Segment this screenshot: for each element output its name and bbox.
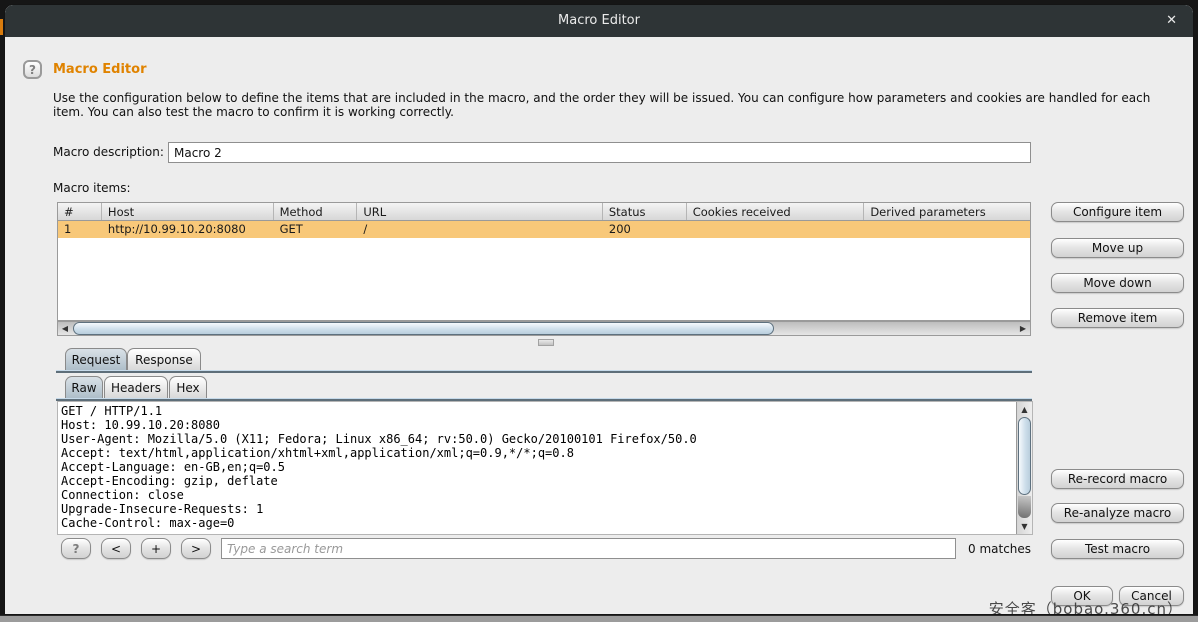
description-text: Use the configuration below to define th… — [53, 91, 1183, 119]
move-down-button[interactable]: Move down — [1051, 273, 1184, 293]
col-method[interactable]: Method — [274, 203, 358, 220]
macro-description-input[interactable] — [168, 142, 1031, 163]
macro-items-label: Macro items: — [53, 181, 131, 195]
col-url[interactable]: URL — [357, 203, 602, 220]
scroll-track-shadow — [1018, 496, 1031, 518]
scroll-up-icon[interactable]: ▲ — [1017, 403, 1032, 416]
tab-hex[interactable]: Hex — [169, 376, 207, 398]
table-horizontal-scrollbar[interactable]: ◀ ▶ — [57, 321, 1031, 336]
test-macro-button[interactable]: Test macro — [1051, 539, 1184, 559]
col-host[interactable]: Host — [102, 203, 274, 220]
search-input[interactable] — [221, 538, 956, 559]
scroll-right-icon[interactable]: ▶ — [1016, 322, 1030, 335]
macro-items-table: # Host Method URL Status Cookies receive… — [57, 202, 1031, 321]
col-status[interactable]: Status — [603, 203, 687, 220]
reanalyze-macro-button[interactable]: Re-analyze macro — [1051, 503, 1184, 523]
cell-status: 200 — [603, 221, 687, 238]
page-title: Macro Editor — [53, 62, 146, 77]
cell-method: GET — [274, 221, 358, 238]
tab-request[interactable]: Request — [65, 348, 127, 370]
window-title: Macro Editor — [5, 13, 1193, 28]
configure-item-button[interactable]: Configure item — [1051, 202, 1184, 222]
tab-raw[interactable]: Raw — [65, 376, 103, 398]
macro-description-label: Macro description: — [53, 145, 164, 159]
cancel-button[interactable]: Cancel — [1119, 586, 1184, 606]
request-raw-text[interactable]: GET / HTTP/1.1 Host: 10.99.10.20:8080 Us… — [61, 404, 697, 530]
scroll-left-icon[interactable]: ◀ — [58, 322, 72, 335]
search-add-button[interactable]: + — [141, 538, 171, 559]
request-vertical-scrollbar[interactable]: ▲ ▼ — [1016, 402, 1032, 534]
cell-derived — [864, 221, 1030, 238]
rerecord-macro-button[interactable]: Re-record macro — [1051, 469, 1184, 489]
macro-editor-dialog: Macro Editor ✕ ? Macro Editor Use the co… — [4, 4, 1194, 615]
search-next-button[interactable]: > — [181, 538, 211, 559]
table-header: # Host Method URL Status Cookies receive… — [58, 203, 1030, 221]
split-pane-handle[interactable] — [538, 339, 554, 346]
tab-response[interactable]: Response — [127, 348, 201, 370]
cell-num: 1 — [58, 221, 102, 238]
help-icon[interactable]: ? — [23, 60, 42, 79]
request-editor[interactable]: GET / HTTP/1.1 Host: 10.99.10.20:8080 Us… — [57, 401, 1033, 535]
scroll-down-icon[interactable]: ▼ — [1017, 520, 1032, 533]
tab-headers[interactable]: Headers — [104, 376, 168, 398]
background-strip — [0, 615, 1198, 622]
match-count: 0 matches — [968, 542, 1031, 556]
titlebar[interactable]: Macro Editor ✕ — [5, 5, 1193, 37]
search-help-button[interactable]: ? — [61, 538, 91, 559]
background-window-sliver — [0, 19, 3, 35]
screen: Macro Editor ✕ ? Macro Editor Use the co… — [0, 0, 1198, 622]
move-up-button[interactable]: Move up — [1051, 238, 1184, 258]
col-num[interactable]: # — [58, 203, 102, 220]
cell-url: / — [357, 221, 602, 238]
cell-cookies — [687, 221, 865, 238]
ok-button[interactable]: OK — [1051, 586, 1113, 606]
tab-divider — [56, 370, 1032, 373]
close-icon[interactable]: ✕ — [1166, 13, 1177, 28]
horizontal-scroll-thumb[interactable] — [73, 322, 774, 335]
table-row[interactable]: 1 http://10.99.10.20:8080 GET / 200 — [58, 221, 1030, 238]
col-derived[interactable]: Derived parameters — [864, 203, 1030, 220]
col-cookies[interactable]: Cookies received — [687, 203, 865, 220]
cell-host: http://10.99.10.20:8080 — [102, 221, 274, 238]
search-prev-button[interactable]: < — [101, 538, 131, 559]
remove-item-button[interactable]: Remove item — [1051, 308, 1184, 328]
vertical-scroll-thumb[interactable] — [1018, 417, 1031, 495]
